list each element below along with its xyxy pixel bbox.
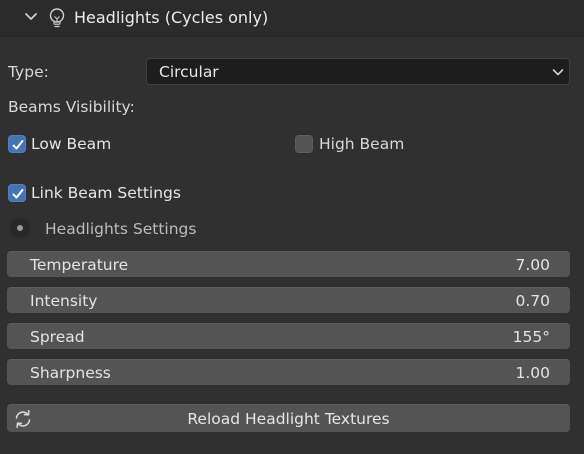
link-beam-checkbox[interactable] (8, 184, 26, 202)
spread-slider[interactable]: Spread 155° (7, 323, 570, 349)
radio-dot-icon (17, 225, 23, 231)
light-bulb-icon (49, 8, 65, 28)
temperature-value: 7.00 (515, 256, 550, 274)
reload-button-label: Reload Headlight Textures (187, 410, 390, 428)
high-beam-label[interactable]: High Beam (319, 134, 404, 154)
panel-header[interactable]: Headlights (Cycles only) (0, 0, 584, 37)
chevron-down-icon (552, 69, 564, 76)
panel-title: Headlights (Cycles only) (74, 8, 269, 27)
link-beam-label[interactable]: Link Beam Settings (31, 183, 181, 203)
sharpness-value: 1.00 (515, 364, 550, 382)
sharpness-slider[interactable]: Sharpness 1.00 (7, 359, 570, 385)
headlights-settings-label: Headlights Settings (45, 220, 197, 238)
sharpness-label: Sharpness (30, 364, 111, 382)
type-dropdown[interactable]: Circular (146, 58, 570, 85)
type-label: Type: (8, 63, 49, 81)
type-dropdown-value: Circular (159, 63, 219, 81)
high-beam-checkbox[interactable] (295, 135, 313, 153)
intensity-slider[interactable]: Intensity 0.70 (7, 287, 570, 313)
low-beam-checkbox[interactable] (8, 135, 26, 153)
spread-value: 155° (512, 328, 550, 346)
headlights-settings-radio[interactable] (10, 218, 30, 238)
beams-visibility-label: Beams Visibility: (8, 98, 135, 116)
intensity-value: 0.70 (515, 292, 550, 310)
reload-headlight-textures-button[interactable]: Reload Headlight Textures (7, 404, 570, 432)
temperature-slider[interactable]: Temperature 7.00 (7, 251, 570, 277)
checkmark-icon (12, 140, 24, 150)
low-beam-label[interactable]: Low Beam (31, 134, 111, 154)
headlights-panel: Headlights (Cycles only) Type: Circular … (0, 0, 584, 454)
chevron-down-icon[interactable] (24, 12, 38, 22)
checkmark-icon (12, 189, 24, 199)
temperature-label: Temperature (30, 256, 129, 274)
spread-label: Spread (30, 328, 85, 346)
intensity-label: Intensity (30, 292, 98, 310)
